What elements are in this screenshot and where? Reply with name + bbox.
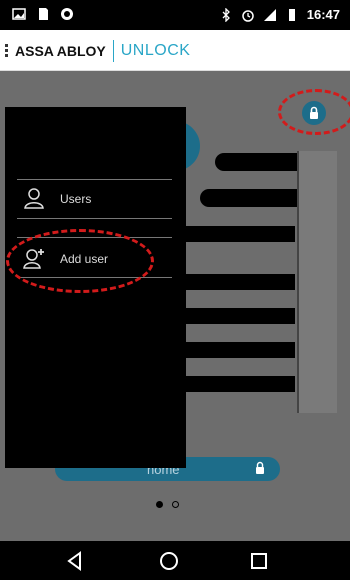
alarm-icon — [242, 9, 254, 22]
app-icon — [61, 8, 73, 20]
app-header: ASSA ABLOY UNLOCK — [0, 30, 350, 71]
add-user-highlight-annotation — [6, 229, 154, 293]
background-list-row — [185, 274, 295, 290]
background-list-row — [185, 226, 295, 242]
status-time: 16:47 — [306, 7, 340, 22]
brand-name: ASSA ABLOY — [15, 43, 106, 59]
sd-card-icon — [39, 8, 48, 20]
back-icon[interactable] — [64, 550, 86, 572]
background-bar — [200, 189, 310, 207]
app-logo: ASSA ABLOY UNLOCK — [15, 40, 190, 62]
home-icon[interactable] — [158, 550, 180, 572]
page-dot-active — [156, 501, 163, 508]
bluetooth-icon — [222, 7, 230, 22]
drawer-item-users-label: Users — [60, 192, 92, 206]
menu-icon[interactable] — [5, 44, 9, 58]
page-dot — [172, 501, 179, 508]
background-list-row — [185, 308, 295, 324]
user-icon — [24, 188, 44, 209]
drawer-divider — [17, 218, 172, 219]
recents-icon[interactable] — [248, 550, 270, 572]
lock-highlight-annotation — [278, 89, 350, 135]
page-indicator — [150, 499, 190, 511]
system-navigation-bar — [0, 541, 350, 580]
logo-separator — [112, 40, 114, 62]
background-list-strip — [297, 151, 337, 413]
battery-icon — [288, 8, 295, 21]
lock-icon — [254, 461, 266, 478]
background-list-row — [185, 376, 295, 392]
drawer-item-users[interactable]: Users — [17, 179, 177, 219]
status-left — [12, 7, 74, 21]
signal-icon — [263, 8, 276, 21]
status-right: 16:47 — [219, 7, 340, 22]
image-icon — [12, 8, 26, 20]
status-bar: 16:47 — [0, 0, 350, 30]
background-list-row — [185, 342, 295, 358]
product-name: UNLOCK — [120, 42, 191, 59]
